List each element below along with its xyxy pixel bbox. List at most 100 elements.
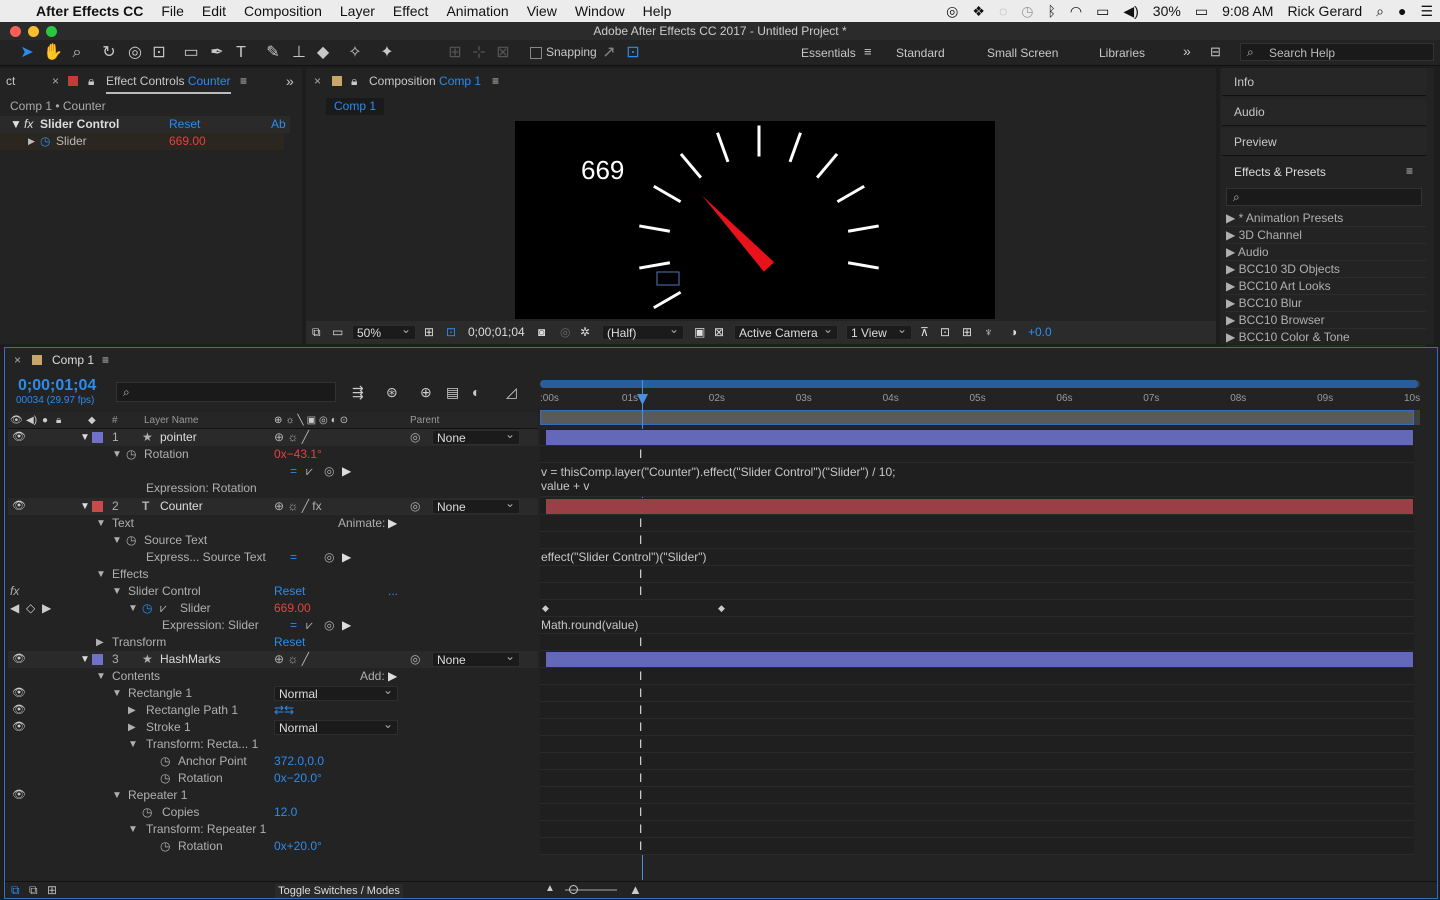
search-help-field[interactable]: ⌕ Search Help: [1240, 43, 1434, 61]
graph-editor-icon[interactable]: ◿: [506, 384, 517, 401]
layer-bar-pointer[interactable]: [546, 430, 1413, 445]
close-tab-icon[interactable]: ×: [52, 68, 59, 94]
menu-layer[interactable]: Layer: [331, 3, 384, 19]
eraser-tool-icon[interactable]: ◆: [312, 42, 334, 64]
menu-app-name[interactable]: After Effects CC: [28, 3, 152, 19]
shape-row-transform-repeater[interactable]: ▼ Transform: Repeater 1: [8, 821, 538, 838]
audio-panel-tab[interactable]: Audio: [1222, 98, 1426, 126]
minimize-window-button[interactable]: [28, 26, 39, 37]
video-toggle-icon[interactable]: 👁︎: [12, 719, 26, 736]
copies-value[interactable]: 12.0: [274, 804, 297, 821]
world-axis-icon[interactable]: ⊹: [468, 42, 490, 64]
stopwatch-icon[interactable]: ◷: [160, 753, 170, 770]
eye-icon[interactable]: 👁︎: [10, 412, 23, 429]
magnification-dropdown[interactable]: 50%: [352, 322, 416, 340]
expression-enable-icon[interactable]: =: [290, 549, 297, 566]
expand-triangle-icon[interactable]: ▼: [112, 787, 122, 804]
region-icon[interactable]: ▭: [332, 321, 343, 344]
frame-blending-icon[interactable]: ▤: [446, 384, 459, 401]
camera-dropdown[interactable]: Active Camera: [734, 322, 838, 340]
shape-group-repeater[interactable]: 👁︎ ▼ Repeater 1: [8, 787, 538, 804]
property-row-rotation[interactable]: ▼ ◷ Rotation 0x−43.1°: [8, 446, 538, 463]
time-machine-icon[interactable]: ◷: [1014, 3, 1040, 20]
video-toggle-icon[interactable]: 👁︎: [12, 702, 26, 719]
work-area-range[interactable]: [540, 380, 1418, 388]
previous-keyframe-icon[interactable]: ◀: [10, 600, 19, 617]
bluetooth-icon[interactable]: ᛒ: [1041, 3, 1063, 19]
comp-viewer[interactable]: 669: [515, 121, 995, 319]
expand-triangle-icon[interactable]: ▼: [80, 498, 90, 515]
layer-name[interactable]: Counter: [160, 498, 203, 515]
expression-pickwhip-icon[interactable]: ◎: [324, 617, 334, 634]
anchor-point-value[interactable]: 372.0,0.0: [274, 753, 324, 770]
more-panels-icon[interactable]: »: [286, 68, 294, 94]
motion-blur-icon[interactable]: ◐: [472, 384, 480, 400]
lock-icon[interactable]: 🔒︎: [56, 412, 61, 429]
layer-switches-pane-icon[interactable]: ⧉: [11, 883, 20, 898]
creative-cloud-icon[interactable]: ◎: [939, 3, 965, 20]
zoom-window-button[interactable]: [46, 26, 57, 37]
camera-orbit-tool-icon[interactable]: ◎: [124, 42, 146, 64]
stopwatch-icon[interactable]: ◷: [126, 446, 136, 463]
timeline-timecode[interactable]: 0;00;01;04: [18, 377, 96, 395]
effects-list-item[interactable]: ▶ BCC10 Blur: [1226, 295, 1426, 312]
rotate-tool-icon[interactable]: ↻: [98, 42, 120, 64]
animate-add-icon[interactable]: ▶: [388, 515, 397, 532]
stopwatch-icon[interactable]: ◷: [160, 838, 170, 855]
lock-icon[interactable]: 🔒︎: [351, 68, 357, 94]
effect-reset-link[interactable]: Reset: [274, 583, 305, 600]
expand-triangle-icon[interactable]: ▶: [128, 702, 136, 719]
expression-enable-icon[interactable]: =: [290, 617, 297, 634]
expand-triangle-icon[interactable]: ▼: [80, 651, 90, 668]
info-panel-tab[interactable]: Info: [1222, 68, 1426, 96]
menu-file[interactable]: File: [152, 3, 193, 19]
close-comp-tab-icon[interactable]: ×: [314, 68, 321, 94]
effects-presets-title[interactable]: Effects & Presets: [1222, 158, 1426, 186]
timeline-icon[interactable]: ⊞: [962, 321, 972, 344]
expand-triangle-icon[interactable]: ▶: [28, 133, 35, 150]
label-icon[interactable]: ◆: [88, 412, 96, 429]
zoom-tool-icon[interactable]: ⌕: [66, 42, 88, 64]
layer-row-pointer[interactable]: 👁︎ ▼ 1 ★ pointer ⊕ ☼ ╱ ◎ None: [8, 427, 538, 446]
puppet-tool-icon[interactable]: ✦: [376, 42, 398, 64]
effect-reset-link[interactable]: Reset: [169, 116, 200, 133]
stopwatch-icon[interactable]: ◷: [142, 600, 152, 617]
disclosure-icon[interactable]: ▶: [1226, 330, 1239, 344]
property-group-effects[interactable]: ▼ Effects: [8, 566, 538, 583]
solo-icon[interactable]: ●: [42, 412, 48, 429]
workspace-small-screen[interactable]: Small Screen: [987, 46, 1058, 60]
blend-mode-dropdown[interactable]: Normal: [274, 717, 398, 735]
user-name[interactable]: Rick Gerard: [1280, 3, 1369, 19]
video-toggle-icon[interactable]: 👁︎: [12, 787, 26, 804]
property-row-slider[interactable]: ◀ ◇ ▶ ▼ ◷ ⩗ Slider 669.00: [8, 600, 538, 617]
video-toggle-icon[interactable]: 👁︎: [12, 429, 26, 446]
selection-tool-icon[interactable]: ➤: [16, 42, 38, 64]
dropbox-icon[interactable]: ❖: [965, 3, 992, 20]
view-axis-icon[interactable]: ⊠: [492, 42, 514, 64]
effects-list-item[interactable]: ▶ Audio: [1226, 244, 1426, 261]
property-group-transform[interactable]: ▶ Transform Reset: [8, 634, 538, 651]
expand-triangle-icon[interactable]: ▼: [96, 566, 106, 583]
transparency-grid-icon[interactable]: ⊠: [714, 321, 724, 344]
workspace-menu-icon[interactable]: ≡: [864, 44, 872, 59]
snapshot-icon[interactable]: ◙: [538, 321, 545, 344]
layer-row-hashmarks[interactable]: 👁︎ ▼ 3 ★ HashMarks ⊕ ☼ ╱ ◎ None: [8, 649, 538, 668]
clock[interactable]: 9:08 AM: [1215, 3, 1280, 19]
stopwatch-icon[interactable]: ◷: [126, 532, 136, 549]
modes-pane-icon[interactable]: ⧉: [29, 883, 38, 898]
timeline-panel-menu-icon[interactable]: ≡: [102, 353, 109, 367]
property-row-copies[interactable]: ◷ Copies 12.0: [8, 804, 538, 821]
property-group-text[interactable]: ▼ Text Animate: ▶: [8, 515, 538, 532]
next-keyframe-icon[interactable]: ▶: [42, 600, 51, 617]
zoom-slider-thumb[interactable]: [569, 885, 578, 894]
keyframe-icon[interactable]: ◆: [542, 603, 549, 614]
close-timeline-tab-icon[interactable]: ×: [14, 353, 21, 367]
toggle-switches-modes-button[interactable]: Toggle Switches / Modes: [275, 884, 403, 898]
effects-list-item[interactable]: ▶ BCC10 3D Objects: [1226, 261, 1426, 278]
resolution-dropdown[interactable]: (Half): [602, 322, 684, 340]
pan-behind-tool-icon[interactable]: ⊡: [148, 42, 170, 64]
effect-row-slider[interactable]: ▶ ◷ Slider 669.00: [0, 133, 284, 150]
expand-triangle-icon[interactable]: ▼: [96, 515, 106, 532]
label-color-swatch[interactable]: [92, 501, 103, 512]
blend-mode-dropdown[interactable]: Normal: [274, 683, 398, 701]
